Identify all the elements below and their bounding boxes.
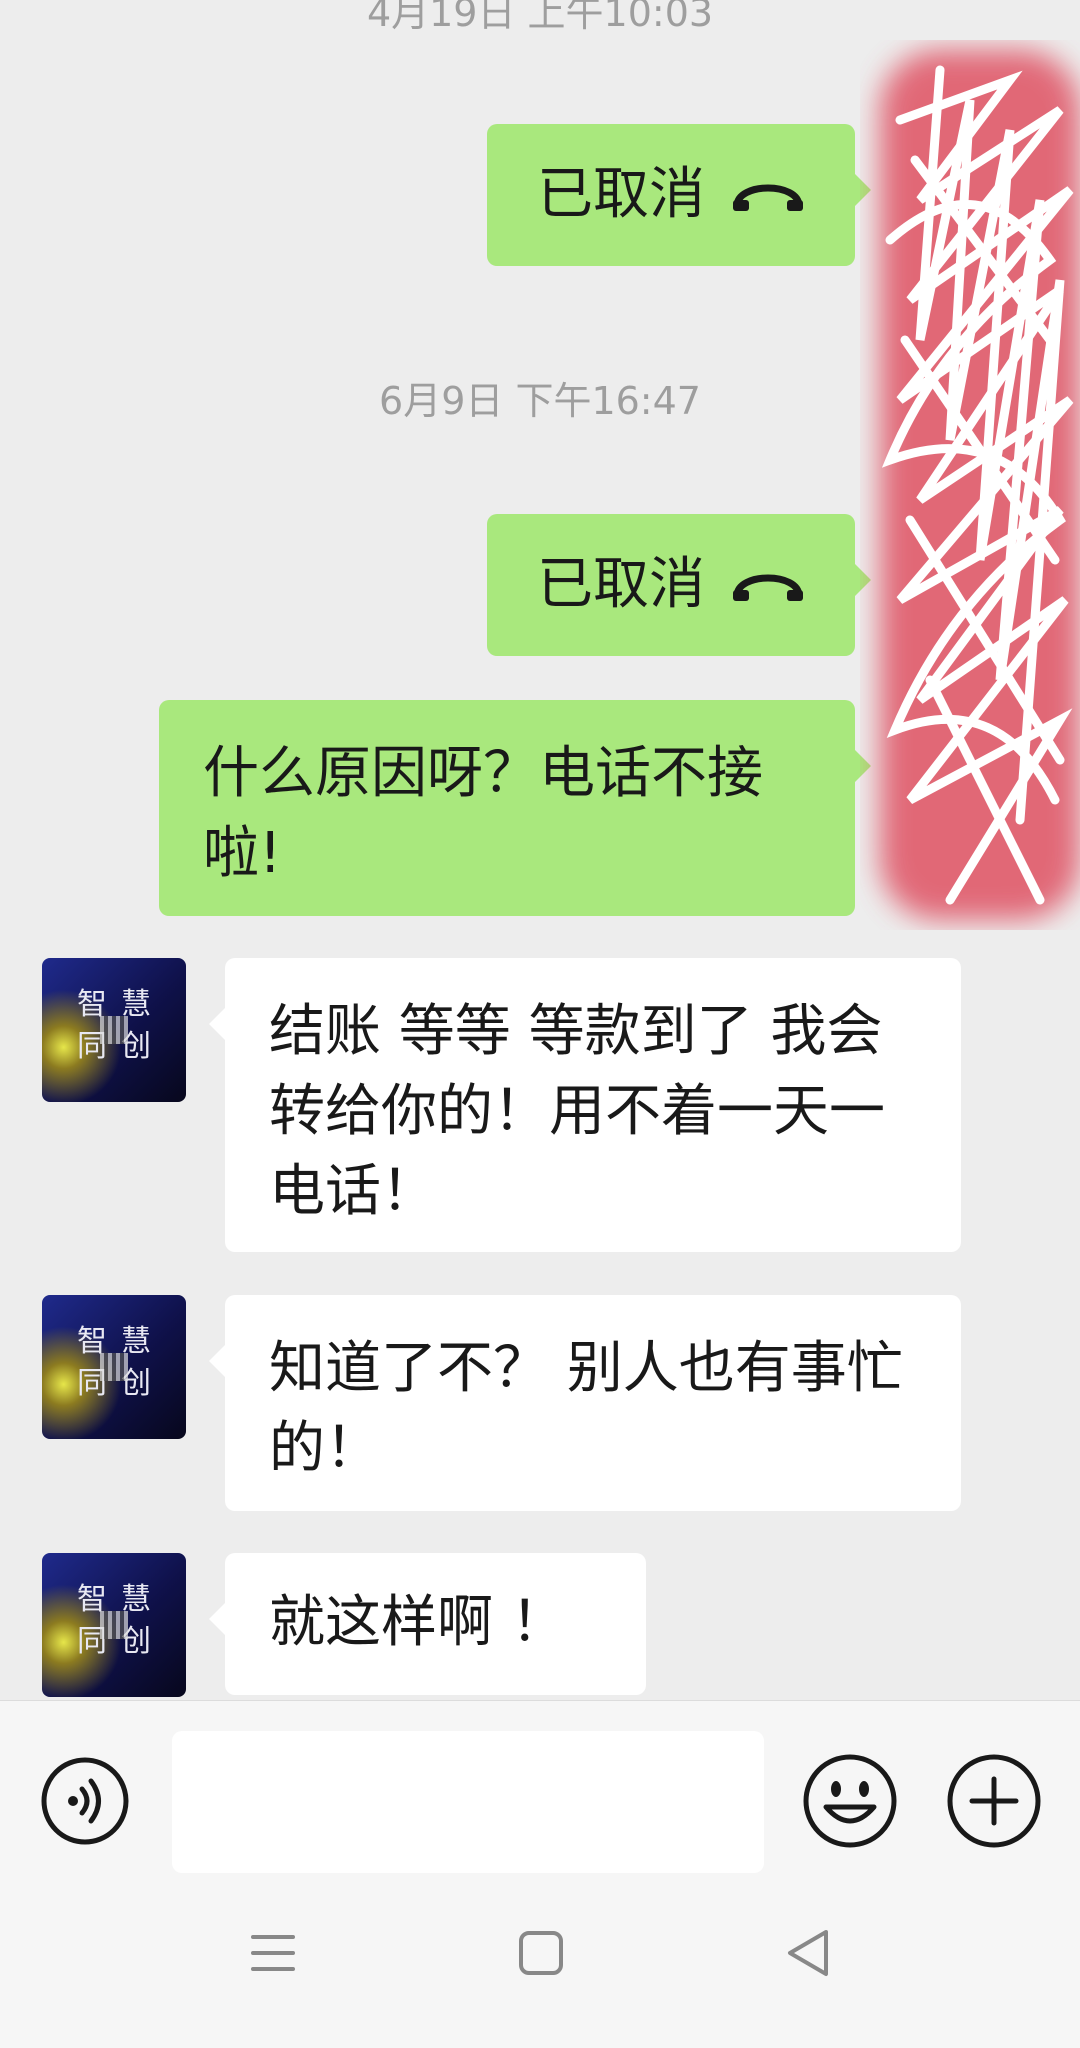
message-text: 知道了不？ 别人也有事忙的！ bbox=[269, 1336, 903, 1481]
call-cancelled-bubble[interactable]: 已取消 bbox=[487, 124, 871, 266]
plus-icon[interactable] bbox=[946, 1753, 1042, 1849]
hangup-icon bbox=[733, 184, 803, 211]
hangup-icon bbox=[733, 574, 803, 601]
message-text: 就这样啊 ！ bbox=[269, 1590, 567, 1655]
menu-icon[interactable] bbox=[250, 1930, 296, 1976]
message-input[interactable] bbox=[172, 1731, 764, 1873]
qr-code-icon bbox=[100, 1353, 128, 1381]
qr-code-icon bbox=[100, 1016, 128, 1044]
back-icon[interactable] bbox=[784, 1928, 832, 1978]
message-bubble[interactable]: 结账 等等 等款到了 我会转给你的！用不着一天一电话！ bbox=[209, 958, 961, 1252]
voice-icon[interactable] bbox=[40, 1756, 130, 1846]
message-text: 什么原因呀？电话不接啦! bbox=[203, 741, 763, 886]
message-bubble[interactable]: 什么原因呀？电话不接啦! bbox=[159, 700, 871, 916]
call-cancelled-bubble[interactable]: 已取消 bbox=[487, 514, 871, 656]
message-text: 结账 等等 等款到了 我会转给你的！用不着一天一电话！ bbox=[269, 999, 885, 1224]
timestamp: 4月19日 上午10:03 bbox=[366, 0, 714, 35]
avatar[interactable]: 智 慧 同 创 bbox=[42, 1553, 186, 1697]
redaction-scribble bbox=[880, 50, 1080, 920]
message-bubble[interactable]: 就这样啊 ！ bbox=[209, 1553, 646, 1695]
qr-code-icon bbox=[100, 1611, 128, 1639]
call-status-text: 已取消 bbox=[537, 162, 705, 227]
avatar[interactable]: 智 慧 同 创 bbox=[42, 958, 186, 1102]
home-icon[interactable] bbox=[518, 1930, 564, 1976]
input-bar bbox=[0, 1700, 1080, 1881]
avatar[interactable]: 智 慧 同 创 bbox=[42, 1295, 186, 1439]
call-status-text: 已取消 bbox=[537, 552, 705, 617]
chat-area[interactable]: 4月19日 上午10:03 已取消 6月9日 下午16:47 已取消 什么原因呀… bbox=[0, 0, 1080, 1700]
emoji-icon[interactable] bbox=[802, 1753, 898, 1849]
system-nav-bar bbox=[0, 1880, 1080, 2048]
message-bubble[interactable]: 知道了不？ 别人也有事忙的！ bbox=[209, 1295, 961, 1511]
